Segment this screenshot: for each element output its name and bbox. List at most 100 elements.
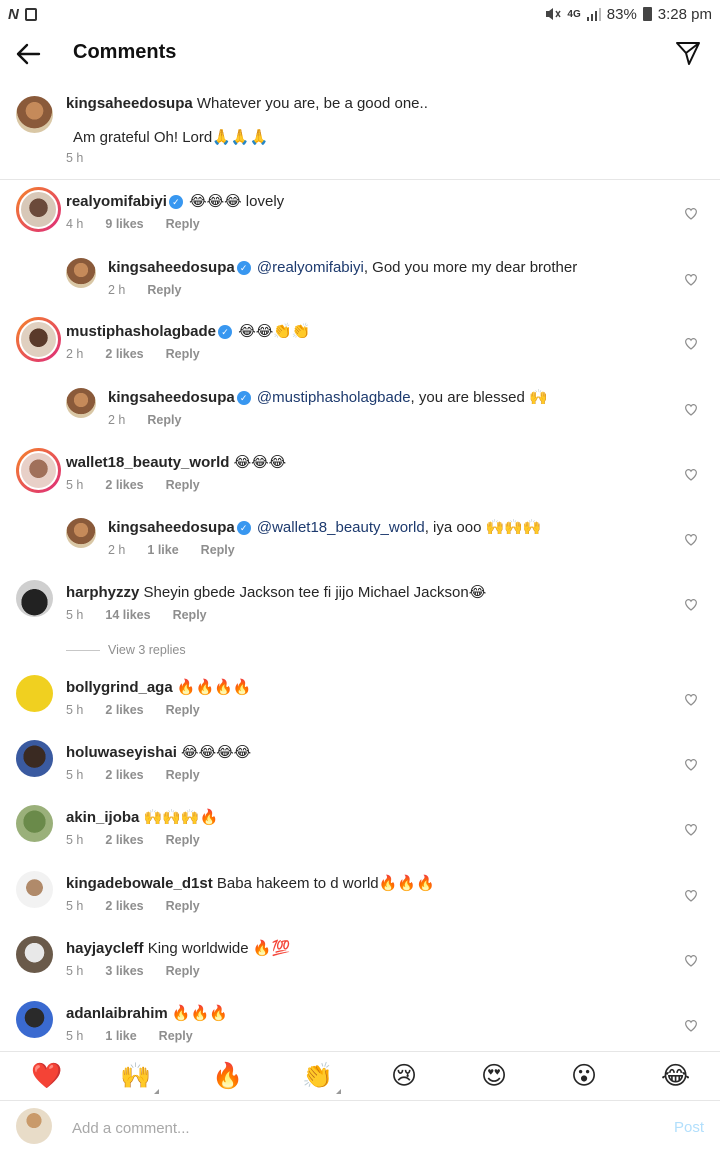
comment-username[interactable]: kingsaheedosupa bbox=[108, 389, 235, 406]
reply-button[interactable]: Reply bbox=[166, 833, 200, 847]
view-replies-button[interactable]: View 3 replies bbox=[66, 643, 186, 657]
mention-link[interactable]: @wallet18_beauty_world bbox=[257, 519, 425, 536]
comment-username[interactable]: realyomifabiyi bbox=[66, 193, 167, 210]
comment-username[interactable]: holuwaseyishai bbox=[66, 744, 177, 761]
heart-icon[interactable] bbox=[684, 403, 698, 416]
heart-icon[interactable] bbox=[684, 207, 698, 220]
heart-icon[interactable] bbox=[684, 533, 698, 546]
avatar[interactable] bbox=[16, 187, 61, 232]
caption-username[interactable]: kingsaheedosupa bbox=[66, 95, 193, 112]
heart-icon[interactable] bbox=[684, 889, 698, 902]
likes-count[interactable]: 1 like bbox=[105, 1029, 136, 1043]
raising-hands-emoji[interactable]: 🙌 bbox=[120, 1062, 160, 1094]
post-button[interactable]: Post bbox=[674, 1119, 704, 1136]
comment-username[interactable]: mustiphasholagbade bbox=[66, 323, 216, 340]
comment-meta: 2 h 2 likes Reply bbox=[66, 347, 222, 361]
reply-button[interactable]: Reply bbox=[166, 703, 200, 717]
reply-button[interactable]: Reply bbox=[166, 768, 200, 782]
tears-of-joy-emoji[interactable]: 😂 bbox=[661, 1062, 690, 1090]
battery-icon bbox=[642, 7, 652, 21]
likes-count[interactable]: 9 likes bbox=[105, 217, 143, 231]
likes-count[interactable]: 2 likes bbox=[105, 768, 143, 782]
heart-eyes-emoji[interactable]: 😍 bbox=[481, 1062, 507, 1090]
heart-icon[interactable] bbox=[684, 823, 698, 836]
reply-button[interactable]: Reply bbox=[201, 543, 235, 557]
comment-username[interactable]: harphyzzy bbox=[66, 584, 139, 601]
comment-row: kingsaheedosupa ✓ @mustiphasholagbade, yo… bbox=[0, 384, 720, 440]
likes-count[interactable]: 2 likes bbox=[105, 478, 143, 492]
verified-badge-icon: ✓ bbox=[168, 195, 183, 209]
likes-count[interactable]: 2 likes bbox=[105, 703, 143, 717]
reply-button[interactable]: Reply bbox=[173, 608, 207, 622]
comment-username[interactable]: akin_ijoba bbox=[66, 809, 139, 826]
battery-percent: 83% bbox=[606, 5, 637, 23]
avatar bbox=[16, 1108, 52, 1144]
comment-username[interactable]: kingsaheedosupa bbox=[108, 519, 235, 536]
avatar[interactable] bbox=[16, 675, 53, 712]
comment-text: kingadebowale_d1st Baba hakeem to d worl… bbox=[66, 874, 435, 894]
avatar[interactable] bbox=[16, 805, 53, 842]
clapping-hands-emoji[interactable]: 👏 bbox=[302, 1062, 342, 1094]
caption-body-line2: Am grateful Oh! Lord🙏🙏🙏 bbox=[73, 129, 269, 146]
avatar[interactable] bbox=[16, 936, 53, 973]
reply-button[interactable]: Reply bbox=[166, 478, 200, 492]
page-title: Comments bbox=[73, 41, 177, 63]
heart-icon[interactable] bbox=[684, 273, 698, 286]
likes-count[interactable]: 3 likes bbox=[105, 964, 143, 978]
comment-username[interactable]: kingsaheedosupa bbox=[108, 259, 235, 276]
fire-emoji[interactable]: 🔥 bbox=[212, 1062, 243, 1090]
comment-meta: 4 h 9 likes Reply bbox=[66, 217, 222, 231]
comment-text: realyomifabiyi ✓ 😂😂😂 lovely bbox=[66, 192, 284, 212]
arrow-left-icon[interactable] bbox=[14, 40, 42, 68]
heart-icon[interactable] bbox=[684, 1019, 698, 1032]
crying-face-emoji[interactable]: 😢 bbox=[391, 1062, 417, 1090]
mention-link[interactable]: @realyomifabiyi bbox=[257, 259, 364, 276]
comment-username[interactable]: adanlaibrahim bbox=[66, 1005, 168, 1022]
surprised-face-emoji[interactable]: 😮 bbox=[571, 1062, 597, 1090]
reply-button[interactable]: Reply bbox=[166, 964, 200, 978]
reply-button[interactable]: Reply bbox=[166, 347, 200, 361]
mute-icon bbox=[546, 8, 562, 20]
likes-count[interactable]: 2 likes bbox=[105, 347, 143, 361]
reply-button[interactable]: Reply bbox=[166, 217, 200, 231]
avatar-image bbox=[19, 451, 58, 490]
likes-count[interactable]: 2 likes bbox=[105, 899, 143, 913]
reply-button[interactable]: Reply bbox=[147, 283, 181, 297]
heart-icon[interactable] bbox=[684, 468, 698, 481]
comment-username[interactable]: hayjaycleff bbox=[66, 940, 144, 957]
comment-time: 5 h bbox=[66, 768, 84, 782]
avatar[interactable] bbox=[66, 518, 96, 548]
heart-icon[interactable] bbox=[684, 337, 698, 350]
paper-plane-icon[interactable] bbox=[675, 40, 701, 66]
likes-count[interactable]: 14 likes bbox=[105, 608, 150, 622]
likes-count[interactable]: 2 likes bbox=[105, 833, 143, 847]
comment-text: kingsaheedosupa ✓ @wallet18_beauty_world,… bbox=[108, 518, 542, 538]
heart-icon[interactable] bbox=[684, 954, 698, 967]
avatar[interactable] bbox=[16, 871, 53, 908]
comment-username[interactable]: wallet18_beauty_world bbox=[66, 454, 229, 471]
comment-input[interactable] bbox=[72, 1115, 652, 1141]
comment-body: 🙌🙌🙌🔥 bbox=[143, 809, 219, 826]
red-heart-emoji[interactable]: ❤️ bbox=[31, 1062, 62, 1090]
comment-row: kingsaheedosupa ✓ @realyomifabiyi, God yo… bbox=[0, 254, 720, 310]
comment-meta: 5 h 2 likes Reply bbox=[66, 768, 222, 782]
avatar[interactable] bbox=[16, 96, 53, 133]
mention-link[interactable]: @mustiphasholagbade bbox=[257, 389, 411, 406]
avatar[interactable] bbox=[66, 388, 96, 418]
avatar[interactable] bbox=[66, 258, 96, 288]
avatar[interactable] bbox=[16, 317, 61, 362]
reply-button[interactable]: Reply bbox=[166, 899, 200, 913]
comment-username[interactable]: bollygrind_aga bbox=[66, 679, 173, 696]
comment-text: mustiphasholagbade ✓ 😂😂👏👏 bbox=[66, 322, 311, 342]
reply-button[interactable]: Reply bbox=[159, 1029, 193, 1043]
avatar[interactable] bbox=[16, 1001, 53, 1038]
reply-button[interactable]: Reply bbox=[147, 413, 181, 427]
heart-icon[interactable] bbox=[684, 693, 698, 706]
likes-count[interactable]: 1 like bbox=[147, 543, 178, 557]
heart-icon[interactable] bbox=[684, 598, 698, 611]
avatar[interactable] bbox=[16, 448, 61, 493]
comment-username[interactable]: kingadebowale_d1st bbox=[66, 875, 213, 892]
avatar[interactable] bbox=[16, 580, 53, 617]
avatar[interactable] bbox=[16, 740, 53, 777]
heart-icon[interactable] bbox=[684, 758, 698, 771]
